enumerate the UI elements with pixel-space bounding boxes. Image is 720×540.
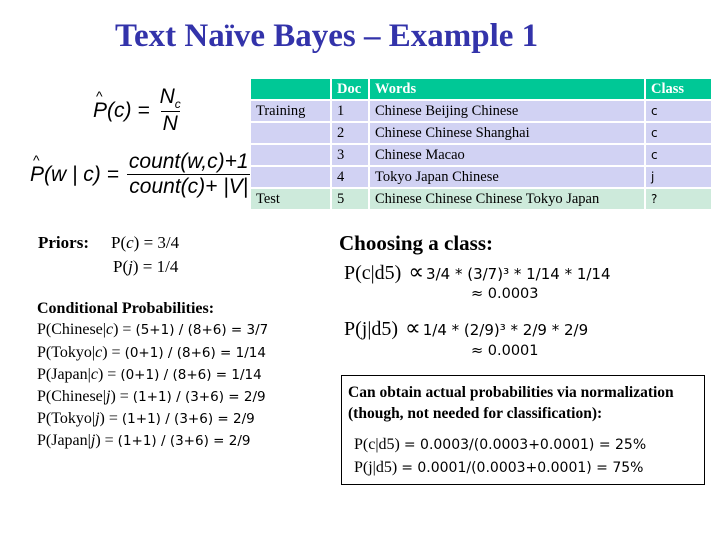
conditional-title: Conditional Probabilities: [37,300,215,317]
norm-rhs: = 0.0001/(0.0003+0.0001) = 75% [401,460,644,476]
norm-rhs: = 0.0003/(0.0003+0.0001) = 25% [403,437,647,453]
cond-rhs: (1+1) / (3+6) = 2/9 [117,433,251,449]
conditional-line: P(Tokyo|c) = (0+1) / (8+6) = 1/14 [37,344,266,362]
prior-text: P( [111,233,127,252]
cell-class: c [646,145,711,165]
likelihood-fraction: count(w,c)+1 count(c)+ |V| [127,150,251,199]
table-row: 2 Chinese Chinese Shanghai c [251,123,711,143]
approx-c: ≈ 0.0003 [471,286,539,302]
choose-lhs: P(c|d5) [344,262,402,284]
proportional-symbol: ∝ [405,315,421,340]
cond-word: P(Japan| [37,366,91,383]
cell-doc: 3 [332,145,368,165]
normalization-text: Can obtain actual probabilities via norm… [348,384,674,422]
likelihood-formula-lhs: P(w | c) = [30,152,119,187]
slide-title: Text Naïve Bayes – Example 1 [115,18,539,54]
proportional-symbol: ∝ [408,259,425,284]
header-class: Class [646,79,711,99]
norm-lhs: P(c|d5) [354,436,400,453]
prior-value: ) = 3/4 [133,233,180,252]
choose-rhs: 1/4 * (2/9)³ * 2/9 * 2/9 [422,321,589,339]
cond-class: c [90,366,98,383]
cond-word: P(Tokyo| [37,410,96,427]
cell-words: Chinese Chinese Chinese Tokyo Japan [370,189,644,209]
cell-doc: 1 [332,101,368,121]
cell-class: j [646,167,711,187]
cell-set [251,167,330,187]
choose-line-c: P(c|d5) ∝ 3/4 * (3/7)³ * 1/14 * 1/14 [344,259,611,285]
likelihood-denominator: count(c)+ |V| [127,174,251,198]
cell-class: c [646,123,711,143]
cell-set: Test [251,189,330,209]
likelihood-numerator: count(w,c)+1 [128,150,249,173]
cell-words: Chinese Beijing Chinese [370,101,644,121]
conditional-line: P(Japan|j) = (1+1) / (3+6) = 2/9 [37,432,250,450]
prior-j: P(j) = 1/4 [113,257,178,277]
prior-denominator: N [160,111,180,136]
cond-rhs: (1+1) / (3+6) = 2/9 [132,389,266,405]
choose-line-j: P(j|d5) ∝ 1/4 * (2/9)³ * 2/9 * 2/9 [344,315,588,341]
prior-var: c [126,233,134,252]
documents-table: Doc Words Class Training 1 Chinese Beiji… [249,77,713,211]
cond-word: P(Chinese| [37,321,106,338]
conditional-line: P(Tokyo|j) = (1+1) / (3+6) = 2/9 [37,410,255,428]
normalization-box: Can obtain actual probabilities via norm… [341,375,705,485]
conditional-line: P(Chinese|j) = (1+1) / (3+6) = 2/9 [37,388,266,406]
table-header-row: Doc Words Class [251,79,711,99]
cond-eq: ) = [95,432,114,449]
cond-rhs: (5+1) / (8+6) = 3/7 [135,322,269,338]
cell-class: ? [646,189,711,209]
table-row: Training 1 Chinese Beijing Chinese c [251,101,711,121]
choose-rhs: 3/4 * (3/7)³ * 1/14 * 1/14 [426,265,611,283]
cell-words: Chinese Chinese Shanghai [370,123,644,143]
prior-text: P( [113,257,129,276]
prior-formula: P(c) = Nc N [93,85,183,136]
choose-lhs: P(j|d5) [344,318,399,340]
cell-doc: 2 [332,123,368,143]
prior-value: ) = 1/4 [132,257,179,276]
table-row: 3 Chinese Macao c [251,145,711,165]
header-words: Words [370,79,644,99]
prior-numerator: Nc [159,85,181,112]
table-row: Test 5 Chinese Chinese Chinese Tokyo Jap… [251,189,711,209]
cond-word: P(Chinese| [37,388,106,405]
cell-words: Chinese Macao [370,145,644,165]
approx-j: ≈ 0.0001 [471,343,539,359]
cond-eq: ) = [102,344,121,361]
cond-rhs: (0+1) / (8+6) = 1/14 [120,367,262,383]
norm-lhs: P(j|d5) [354,459,402,476]
choosing-title: Choosing a class: [339,231,494,255]
table-row: 4 Tokyo Japan Chinese j [251,167,711,187]
cell-set [251,145,330,165]
prior-formula-lhs: P(c) = [93,88,150,123]
conditional-line: P(Japan|c) = (0+1) / (8+6) = 1/14 [37,366,262,384]
header-doc: Doc [332,79,368,99]
cond-eq: ) = [99,410,118,427]
cond-eq: ) = [110,388,129,405]
cell-words: Tokyo Japan Chinese [370,167,644,187]
normalized-j: P(j|d5) = 0.0001/(0.0003+0.0001) = 75% [354,459,643,477]
priors-label: Priors: [38,233,89,252]
cond-rhs: (1+1) / (3+6) = 2/9 [121,411,255,427]
conditional-line: P(Chinese|c) = (5+1) / (8+6) = 3/7 [37,321,268,339]
cond-word: P(Japan| [37,432,91,449]
cond-word: P(Tokyo| [37,344,96,361]
cond-eq: ) = [113,321,132,338]
prior-c: P(c) = 3/4 [111,233,179,253]
cond-eq: ) = [97,366,117,383]
cell-class: c [646,101,711,121]
cell-set: Training [251,101,330,121]
cond-rhs: (0+1) / (8+6) = 1/14 [124,345,266,361]
cell-doc: 5 [332,189,368,209]
header-set [251,79,330,99]
likelihood-formula: P(w | c) = count(w,c)+1 count(c)+ |V| [30,150,251,199]
cell-doc: 4 [332,167,368,187]
normalized-c: P(c|d5) = 0.0003/(0.0003+0.0001) = 25% [354,436,646,454]
prior-fraction: Nc N [158,85,183,136]
cell-set [251,123,330,143]
